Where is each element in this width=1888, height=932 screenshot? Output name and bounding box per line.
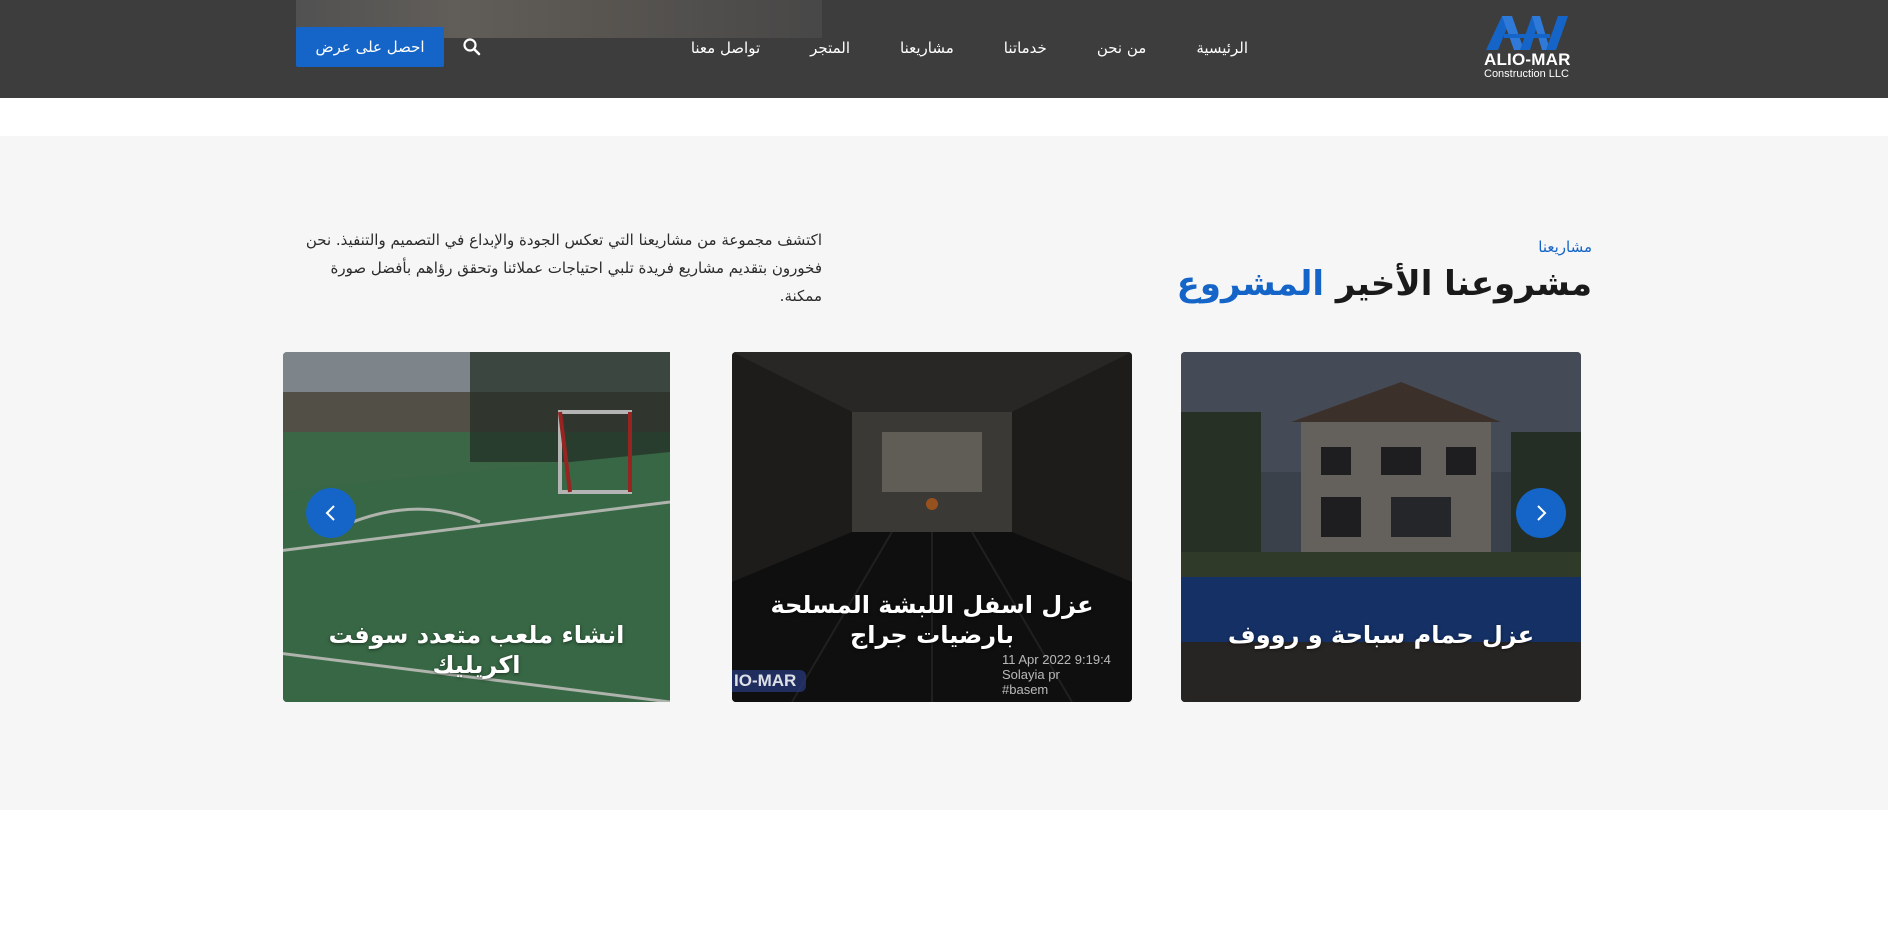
project-card-title: عزل اسفل اللبشة المسلحة بارضيات جراج [770, 591, 1094, 649]
main-nav: الرئيسية من نحن خدماتنا مشاريعنا المتجر … [691, 36, 1248, 60]
nav-item-about[interactable]: من نحن [1097, 39, 1147, 57]
photo-watermark: IO-MAR [732, 670, 807, 692]
search-button[interactable] [462, 37, 482, 57]
chevron-left-icon [325, 505, 335, 521]
project-card-title: انشاء ملعب متعدد سوفت اكريليك [328, 621, 625, 679]
section-title: مشروعنا الأخير المشروع [1177, 262, 1592, 306]
photo-timestamp: 11 Apr 2022 9:19:4 Solayia pr #basem [1002, 652, 1132, 697]
nav-item-projects[interactable]: مشاريعنا [900, 39, 954, 57]
nav-item-home[interactable]: الرئيسية [1196, 39, 1248, 57]
section-title-main: مشروعنا الأخير [1335, 264, 1592, 304]
photo-timestamp-line: #basem [1002, 682, 1049, 697]
chevron-right-icon [1537, 505, 1547, 521]
site-header: ALIO-MAR Construction LLC الرئيسية من نح… [0, 0, 1888, 98]
site-logo[interactable]: ALIO-MAR Construction LLC [1484, 14, 1580, 80]
photo-timestamp-line: 11 Apr 2022 9:19:4 [1002, 652, 1111, 667]
nav-item-services[interactable]: خدماتنا [1004, 39, 1047, 57]
carousel-next-button[interactable] [1516, 488, 1566, 538]
search-icon [463, 38, 481, 56]
project-card[interactable]: عزل اسفل اللبشة المسلحة بارضيات جراج 11 … [732, 352, 1132, 702]
nav-item-store[interactable]: المتجر [810, 39, 850, 57]
carousel-prev-button[interactable] [306, 488, 356, 538]
projects-carousel: عزل حمام سباحة و رووف عزل اسفل اللبشة ال… [283, 352, 1592, 704]
nav-item-contact[interactable]: تواصل معنا [691, 39, 760, 57]
project-card-title: عزل حمام سباحة و رووف [1227, 621, 1535, 649]
logo-subtitle: Construction LLC [1484, 68, 1569, 80]
section-eyebrow: مشاريعنا [1538, 238, 1592, 256]
section-description: اكتشف مجموعة من مشاريعنا التي تعكس الجود… [305, 231, 822, 305]
projects-section: مشاريعنا مشروعنا الأخير المشروع اكتشف مج… [0, 136, 1888, 810]
section-title-accent: المشروع [1176, 264, 1324, 304]
get-quote-button[interactable]: احصل على عرض [296, 27, 444, 67]
logo-mark-icon [1486, 16, 1568, 50]
photo-timestamp-line: Solayia pr [1002, 667, 1060, 682]
logo-name: ALIO-MAR [1484, 50, 1571, 69]
